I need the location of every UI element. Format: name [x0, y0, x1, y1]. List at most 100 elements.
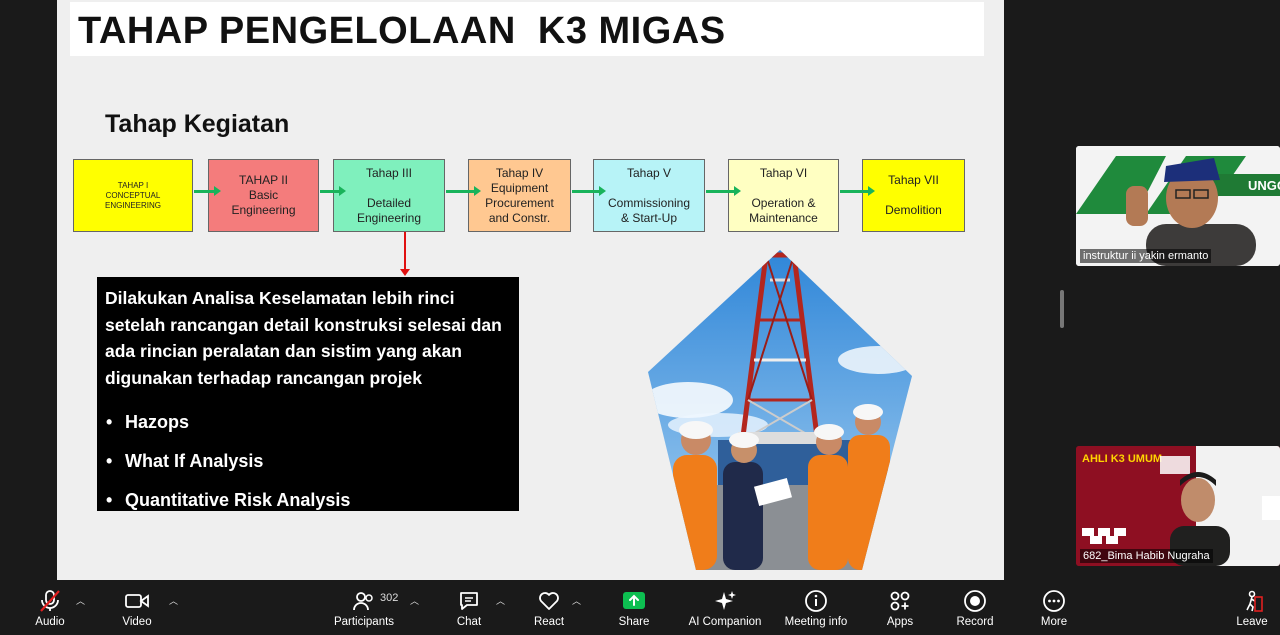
- more-button[interactable]: More: [1030, 580, 1078, 635]
- audio-button[interactable]: Audio: [26, 580, 74, 635]
- slide-subtitle: Tahap Kegiatan: [105, 110, 290, 138]
- stage-text-line: Maintenance: [749, 210, 818, 225]
- stage-text-line: [782, 181, 785, 196]
- slide-title-bar: TAHAP PENGELOLAAN K3 MIGAS: [70, 2, 984, 56]
- bullet-item: Hazops: [105, 403, 511, 442]
- apps-label: Apps: [886, 616, 914, 628]
- info-icon: [805, 590, 827, 612]
- apps-icon: [890, 591, 910, 611]
- heart-icon: [539, 592, 559, 610]
- leave-icon: [1246, 590, 1263, 612]
- more-label: More: [1040, 616, 1068, 628]
- stage-text-line: Tahap III: [365, 165, 413, 180]
- panel-resize-handle[interactable]: [1060, 290, 1064, 328]
- bullet-item: Quantitative Risk Analysis: [105, 481, 511, 520]
- record-icon: [964, 590, 986, 612]
- stage-box-5: Tahap V Commissioning & Start-Up: [593, 159, 705, 232]
- participants-label: Participants: [333, 616, 395, 628]
- flow-arrow: [446, 186, 481, 196]
- stage-box-2: TAHAP II Basic Engineering: [208, 159, 319, 232]
- ai-companion-button[interactable]: AI Companion: [686, 580, 764, 635]
- participant-name-label: instruktur ii yakin ermanto: [1080, 249, 1212, 263]
- participants-icon: [353, 592, 373, 611]
- react-options-caret[interactable]: ︿: [572, 594, 581, 607]
- stage-text-line: [912, 188, 915, 203]
- participants-options-caret[interactable]: ︿: [410, 594, 419, 607]
- down-arrow: [400, 232, 410, 276]
- analysis-text: Dilakukan Analisa Keselamatan lebih rinc…: [105, 288, 502, 388]
- video-label: Video: [122, 616, 152, 628]
- video-tile-participant[interactable]: AHLI K3 UMUM 682_Bima Habib Nugraha: [1076, 446, 1280, 566]
- stage-text-line: Tahap VI: [759, 165, 808, 180]
- stage-text-line: Detailed: [366, 195, 412, 210]
- leave-label: Leave: [1236, 616, 1268, 628]
- leave-button[interactable]: Leave: [1228, 580, 1276, 635]
- chat-label: Chat: [456, 616, 482, 628]
- stage-text-line: Tahap V: [626, 165, 672, 180]
- sparkle-icon: [715, 591, 736, 610]
- stage-text-line: Operation &: [751, 195, 816, 210]
- analysis-bullet-list: Hazops What If Analysis Quantitative Ris…: [105, 403, 511, 520]
- flow-arrow: [194, 186, 221, 196]
- instructor-video-feed: UNGGUL: [1076, 146, 1280, 266]
- stage-text-line: and Constr.: [488, 210, 551, 225]
- participant-video-feed: AHLI K3 UMUM: [1076, 446, 1280, 566]
- flow-arrow: [572, 186, 606, 196]
- apps-button[interactable]: Apps: [876, 580, 924, 635]
- share-label: Share: [618, 616, 650, 628]
- stage-text-line: Demolition: [885, 203, 942, 217]
- stage-text-line: [647, 181, 650, 196]
- slide-title: TAHAP PENGELOLAAN K3 MIGAS: [78, 10, 726, 52]
- stage-text-line: TAHAP I: [117, 180, 149, 190]
- video-button[interactable]: Video: [113, 580, 161, 635]
- stage-box-3: Tahap III Detailed Engineering: [333, 159, 445, 232]
- stage-box-4: Tahap IV Equipment Procurement and Constr.: [468, 159, 571, 232]
- share-screen-icon: [623, 592, 645, 609]
- record-label: Record: [956, 616, 994, 628]
- bullet-item: What If Analysis: [105, 442, 511, 481]
- record-button[interactable]: Record: [951, 580, 999, 635]
- analysis-box: Dilakukan Analisa Keselamatan lebih rinc…: [97, 277, 519, 520]
- stage-text-line: Procurement: [485, 195, 554, 210]
- audio-label: Audio: [35, 616, 65, 628]
- stage-box-7: Tahap VII Demolition: [862, 159, 965, 232]
- zoom-meeting-window: TAHAP PENGELOLAAN K3 MIGAS Tahap Kegiata…: [0, 0, 1280, 635]
- meeting-toolbar: Audio ︿ Video ︿ Participants 302 ︿ Chat …: [0, 580, 1280, 635]
- video-tile-instructor[interactable]: UNGGUL instruktur ii yakin ermanto: [1076, 146, 1280, 266]
- stage-box-6: Tahap VI Operation & Maintenance: [728, 159, 839, 232]
- participants-button[interactable]: Participants: [330, 580, 398, 635]
- stage-text-line: Tahap IV: [495, 165, 544, 180]
- react-button[interactable]: React: [525, 580, 573, 635]
- stage-text-line: TAHAP II: [239, 173, 288, 187]
- stage-text-line: Equipment: [490, 180, 549, 195]
- meeting-info-label: Meeting info: [784, 616, 848, 628]
- microphone-muted-icon: [40, 590, 60, 612]
- drilling-rig-photo: [648, 250, 912, 570]
- chat-icon: [460, 592, 478, 610]
- participants-count: 302: [380, 592, 399, 604]
- shared-slide: TAHAP PENGELOLAAN K3 MIGAS Tahap Kegiata…: [57, 0, 1004, 580]
- stage-text-line: ENGINEERING: [104, 200, 161, 210]
- stage-text-line: Engineering: [231, 203, 296, 217]
- more-icon: [1043, 590, 1065, 612]
- chat-options-caret[interactable]: ︿: [496, 594, 505, 607]
- flow-arrow: [840, 186, 875, 196]
- share-button[interactable]: Share: [610, 580, 658, 635]
- flow-arrow: [320, 186, 346, 196]
- flow-arrow: [706, 186, 741, 196]
- stage-text-line: CONCEPTUAL: [105, 190, 161, 200]
- audio-options-caret[interactable]: ︿: [76, 594, 85, 607]
- ai-companion-label: AI Companion: [688, 616, 762, 628]
- stage-text-line: Engineering: [356, 210, 422, 225]
- banner-text: AHLI K3 UMUM: [1082, 453, 1162, 465]
- stage-text-line: Tahap VII: [888, 173, 939, 187]
- stage-text-line: Commissioning: [607, 195, 691, 210]
- stage-box-1: TAHAP I CONCEPTUAL ENGINEERING: [73, 159, 193, 232]
- video-options-caret[interactable]: ︿: [169, 594, 178, 607]
- meeting-info-button[interactable]: Meeting info: [780, 580, 852, 635]
- stage-text-line: & Start-Up: [620, 210, 677, 225]
- react-label: React: [533, 616, 565, 628]
- logo-text: UNGGUL: [1248, 178, 1280, 193]
- video-camera-icon: [125, 594, 149, 608]
- chat-button[interactable]: Chat: [445, 580, 493, 635]
